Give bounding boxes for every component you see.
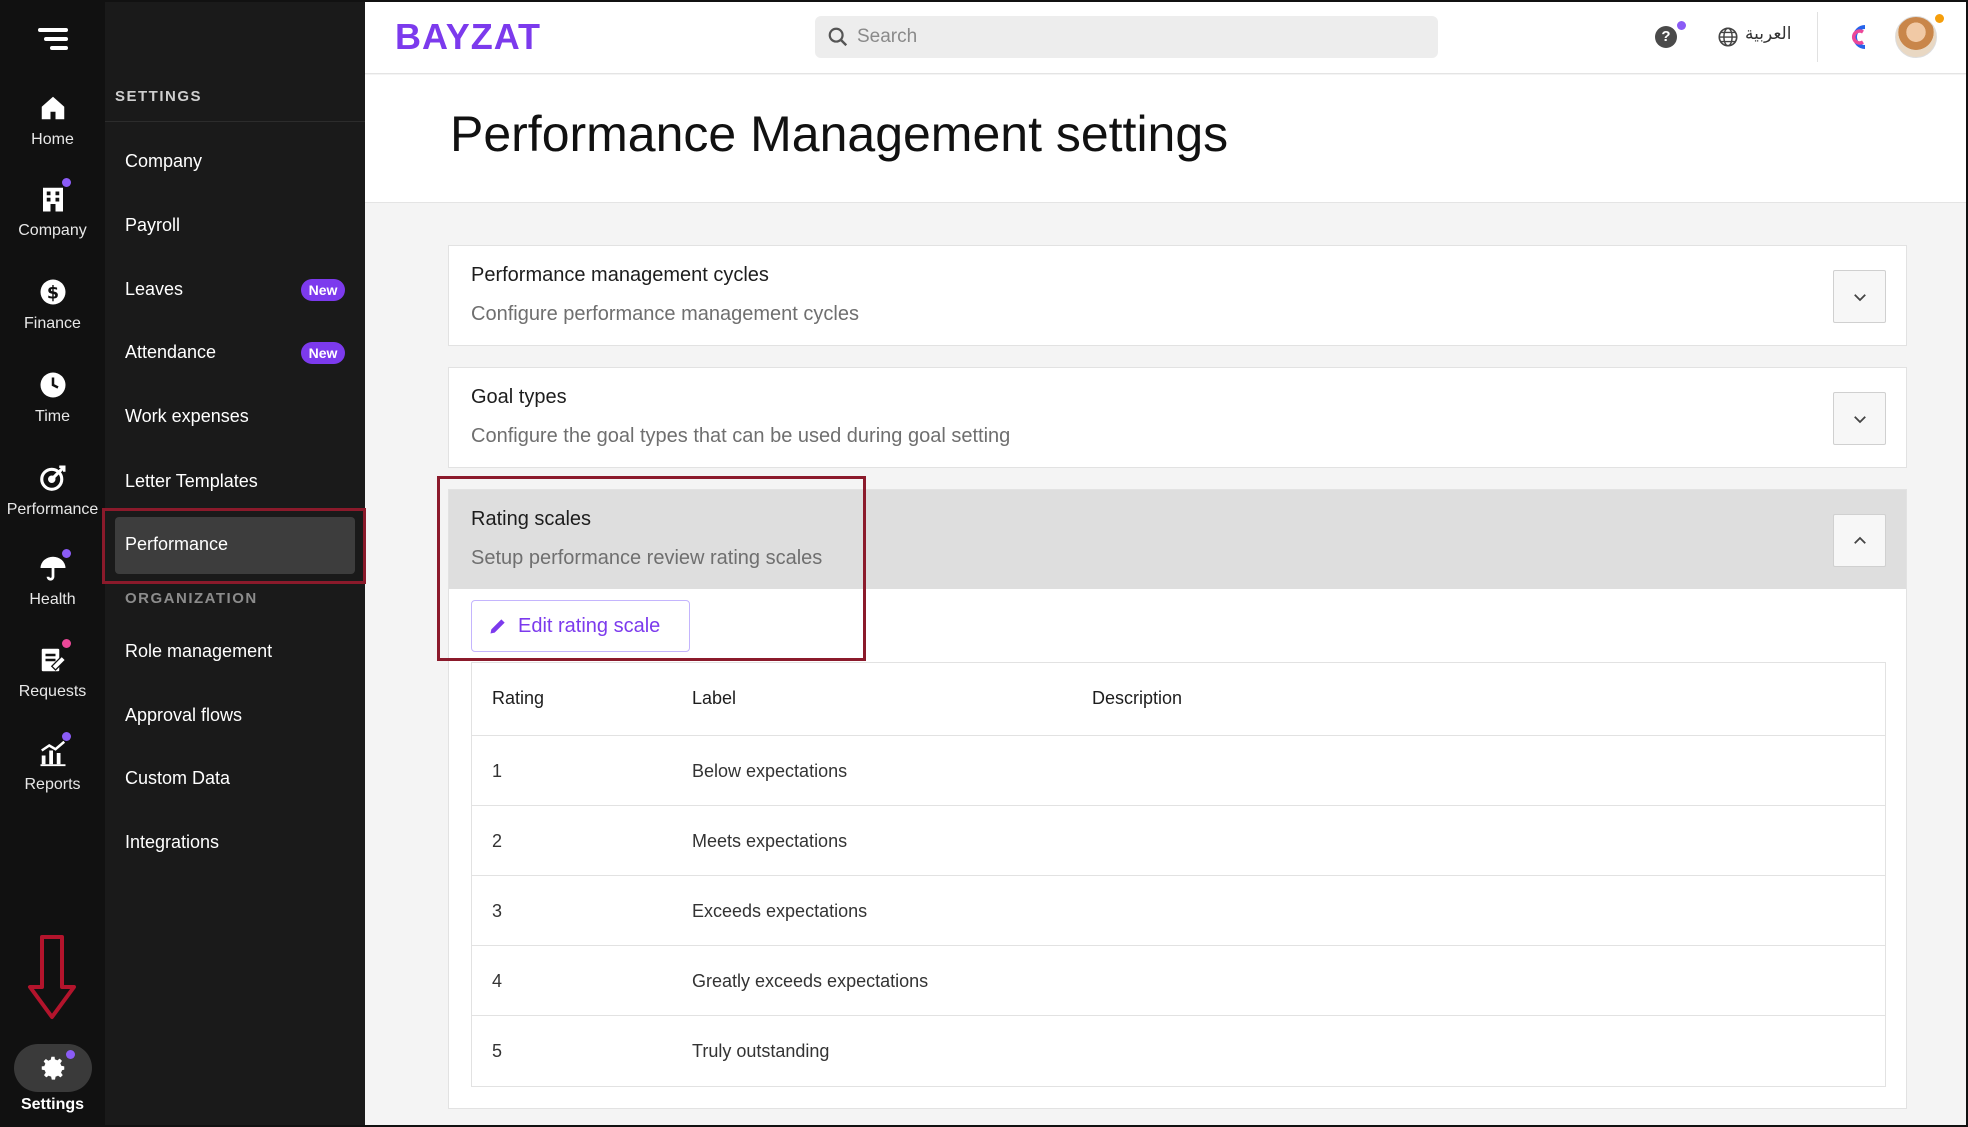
notification-dot [61, 549, 71, 558]
new-badge: New [301, 279, 345, 301]
app-rail: Home Company $ Finance Time Performance … [0, 0, 105, 1127]
sidebar-item-company[interactable]: Company [125, 151, 202, 172]
sidebar-item-approval-flows[interactable]: Approval flows [125, 705, 242, 726]
table-header-row: Rating Label Description [472, 663, 1885, 736]
cell-rating: 2 [492, 831, 503, 851]
table-row: 5 Truly outstanding [472, 1016, 1885, 1086]
chevron-up-icon [1853, 536, 1866, 544]
sidebar-item-payroll[interactable]: Payroll [125, 215, 180, 236]
rail-item-label: Health [29, 591, 76, 608]
expand-button[interactable] [1833, 392, 1886, 445]
status-dot [1935, 14, 1944, 23]
globe-icon[interactable] [1717, 26, 1739, 48]
column-header-label: Label [692, 688, 737, 708]
rail-item-settings-label: Settings [20, 1096, 85, 1113]
rail-item-home[interactable]: Home [0, 93, 105, 149]
page-title-bar: Performance Management settings [365, 75, 1968, 203]
notification-dot [61, 639, 71, 648]
language-switch[interactable]: العربية [1745, 24, 1791, 44]
chart-icon [38, 732, 71, 768]
column-header-rating: Rating [492, 688, 545, 708]
rail-item-time[interactable]: Time [0, 370, 105, 426]
sidebar-divider [105, 121, 365, 122]
umbrella-icon [38, 549, 71, 583]
table-row: 1 Below expectations [472, 736, 1885, 806]
table-row: 4 Greatly exceeds expectations [472, 946, 1885, 1016]
highlight-box-rating-scales [437, 476, 866, 661]
table-row: 2 Meets expectations [472, 806, 1885, 876]
company-logo-icon[interactable] [1845, 22, 1875, 52]
cell-rating: 5 [492, 1041, 503, 1061]
user-avatar[interactable] [1895, 16, 1937, 58]
target-icon [38, 463, 68, 493]
rail-item-label: Reports [24, 776, 81, 793]
sidebar-item-integrations[interactable]: Integrations [125, 832, 219, 853]
arrow-down-icon [28, 935, 76, 1019]
sidebar-title: SETTINGS [115, 88, 203, 105]
building-icon [38, 178, 71, 214]
cell-label: Exceeds expectations [692, 901, 868, 921]
rail-item-performance[interactable]: Performance [0, 463, 105, 519]
collapse-button[interactable] [1833, 514, 1886, 567]
home-icon [38, 93, 68, 123]
cell-rating: 4 [492, 971, 503, 991]
header-separator [1817, 12, 1818, 62]
card-performance-cycles[interactable]: Performance management cycles Configure … [448, 245, 1907, 346]
card-title: Performance management cycles [471, 264, 769, 286]
sidebar-item-letter-templates[interactable]: Letter Templates [125, 471, 258, 492]
rating-table: Rating Label Description 1 Below expecta… [471, 662, 1886, 1087]
notification-dot [1677, 21, 1686, 30]
rail-item-company[interactable]: Company [0, 178, 105, 240]
chevron-down-icon [1853, 293, 1866, 301]
card-subtitle: Configure the goal types that can be use… [471, 425, 1011, 447]
sidebar-item-work-expenses[interactable]: Work expenses [125, 406, 249, 427]
card-goal-types[interactable]: Goal types Configure the goal types that… [448, 367, 1907, 468]
notification-dot [61, 178, 71, 187]
sidebar-item-custom-data[interactable]: Custom Data [125, 768, 230, 789]
help-icon[interactable]: ? [1655, 26, 1677, 48]
card-subtitle: Configure performance management cycles [471, 303, 859, 325]
rail-item-label: Company [18, 222, 87, 239]
notification-dot [66, 1050, 75, 1059]
notification-dot [61, 732, 71, 741]
rail-item-label: Performance [6, 501, 99, 518]
dollar-icon: $ [38, 277, 68, 307]
expand-button[interactable] [1833, 270, 1886, 323]
rail-item-reports[interactable]: Reports [0, 732, 105, 794]
sidebar-item-attendance[interactable]: Attendance [125, 342, 216, 363]
cell-label: Below expectations [692, 761, 848, 781]
sidebar-section-organization: ORGANIZATION [125, 590, 258, 607]
clock-icon [38, 370, 68, 400]
hamburger-menu-icon[interactable] [38, 28, 68, 50]
brand-logo[interactable]: BAYZAT [395, 16, 541, 58]
rail-item-health[interactable]: Health [0, 549, 105, 609]
cell-rating: 3 [492, 901, 503, 921]
search-icon [828, 27, 848, 47]
sidebar-item-leaves[interactable]: Leaves [125, 279, 183, 300]
table-row: 3 Exceeds expectations [472, 876, 1885, 946]
rail-item-label: Time [35, 408, 70, 425]
page-title: Performance Management settings [450, 106, 1229, 162]
document-edit-icon [38, 639, 71, 675]
chevron-down-icon [1853, 415, 1866, 423]
rail-item-label: Finance [24, 315, 81, 332]
rail-item-settings[interactable] [14, 1044, 92, 1092]
new-badge: New [301, 342, 345, 364]
highlight-box-sidebar [102, 508, 366, 584]
gear-icon [41, 1056, 65, 1080]
cell-rating: 1 [492, 761, 503, 781]
rail-item-finance[interactable]: $ Finance [0, 277, 105, 333]
svg-text:$: $ [46, 283, 58, 303]
rail-item-requests[interactable]: Requests [0, 639, 105, 701]
column-header-description: Description [1092, 688, 1183, 708]
rail-item-label: Home [31, 131, 74, 148]
cell-label: Greatly exceeds expectations [692, 971, 929, 991]
search-input[interactable] [815, 16, 1438, 58]
rail-item-label: Requests [18, 683, 87, 700]
top-header: BAYZAT ? العربية [365, 0, 1968, 74]
card-title: Goal types [471, 386, 567, 408]
cell-label: Meets expectations [692, 831, 848, 851]
cell-label: Truly outstanding [692, 1041, 830, 1061]
sidebar-item-role-management[interactable]: Role management [125, 641, 272, 662]
